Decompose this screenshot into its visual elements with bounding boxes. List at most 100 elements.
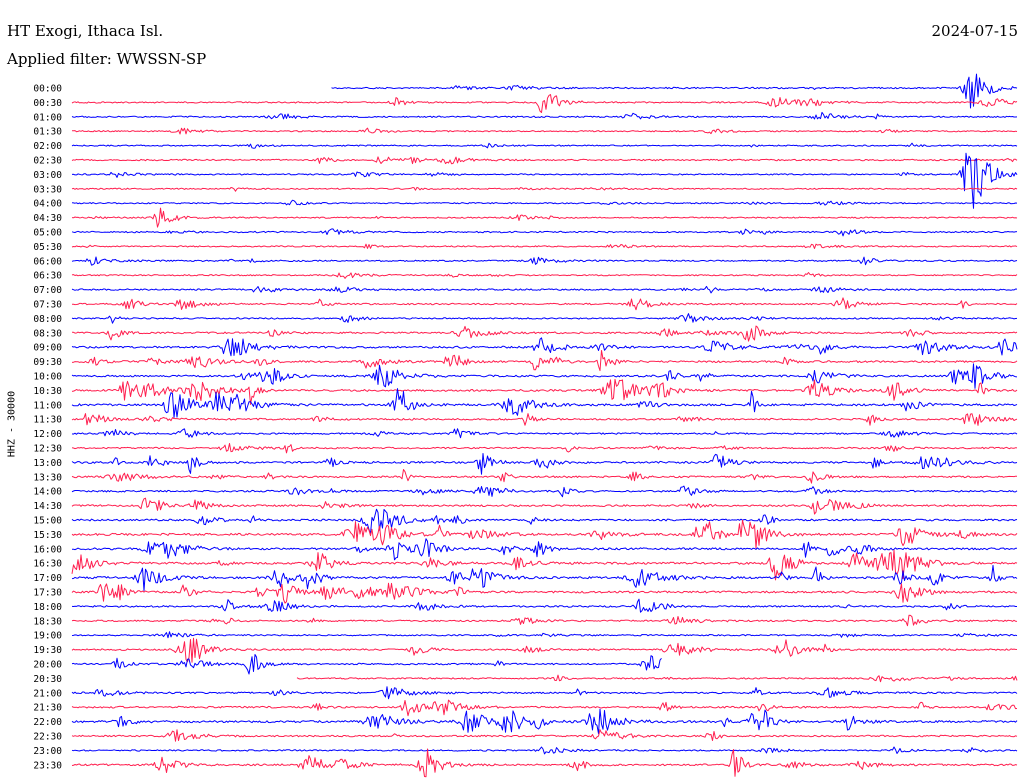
trace-row bbox=[71, 631, 1018, 639]
time-label: 14:00 bbox=[33, 487, 62, 498]
trace-row bbox=[72, 297, 1018, 311]
time-label: 16:30 bbox=[33, 559, 62, 570]
time-label: 00:00 bbox=[33, 84, 62, 95]
trace-row bbox=[71, 186, 1018, 192]
trace-row bbox=[71, 614, 1018, 627]
trace-row bbox=[71, 413, 1018, 426]
trace-row bbox=[71, 325, 1018, 342]
time-label: 20:00 bbox=[33, 660, 62, 671]
trace-row bbox=[71, 564, 1018, 592]
time-label: 18:30 bbox=[33, 616, 62, 627]
trace-row bbox=[71, 699, 1018, 717]
trace-row bbox=[71, 686, 1018, 700]
trace-row bbox=[71, 443, 1018, 454]
time-label: 12:00 bbox=[33, 429, 62, 440]
time-label: 07:30 bbox=[33, 300, 62, 311]
time-label: 15:00 bbox=[33, 516, 62, 527]
time-label: 14:30 bbox=[33, 501, 62, 512]
trace-row bbox=[71, 746, 1018, 755]
channel-axis-label: HHZ - 30000 bbox=[6, 390, 18, 458]
trace-row bbox=[71, 156, 1018, 165]
trace-row bbox=[71, 497, 1018, 515]
time-label: 23:30 bbox=[33, 760, 62, 771]
time-label: 21:00 bbox=[33, 688, 62, 699]
trace-row bbox=[71, 598, 1017, 613]
trace-row bbox=[296, 674, 1018, 683]
trace-row bbox=[71, 243, 1018, 249]
time-label: 07:00 bbox=[33, 285, 62, 296]
time-label: 02:00 bbox=[33, 141, 62, 152]
time-label: 10:00 bbox=[33, 372, 62, 383]
trace-row bbox=[71, 378, 1018, 405]
trace-row bbox=[71, 228, 1018, 237]
time-label: 04:30 bbox=[33, 213, 62, 224]
trace-row bbox=[71, 519, 1018, 549]
date-label: 2024-07-15 bbox=[931, 22, 1018, 40]
trace-row bbox=[71, 637, 1018, 663]
time-label: 20:30 bbox=[33, 674, 62, 685]
trace-row bbox=[71, 313, 1018, 324]
time-label: 18:00 bbox=[33, 602, 62, 613]
trace-group bbox=[71, 73, 1018, 778]
trace-row bbox=[71, 485, 1018, 498]
time-label: 01:30 bbox=[33, 127, 62, 138]
time-label: 05:30 bbox=[33, 242, 62, 253]
trace-row bbox=[71, 350, 1018, 372]
trace-row bbox=[71, 94, 1018, 113]
trace-row bbox=[71, 127, 1018, 135]
time-label: 05:00 bbox=[33, 228, 62, 239]
time-label: 22:00 bbox=[33, 717, 62, 728]
time-label: 09:00 bbox=[33, 343, 62, 354]
trace-row bbox=[71, 654, 662, 675]
trace-row bbox=[72, 538, 1018, 561]
trace-row bbox=[71, 428, 1018, 439]
trace-row bbox=[71, 508, 1018, 535]
time-label: 23:00 bbox=[33, 746, 62, 757]
time-label: 13:30 bbox=[33, 472, 62, 483]
time-label: 21:30 bbox=[33, 703, 62, 714]
time-label: 08:00 bbox=[33, 314, 62, 325]
time-label: 10:30 bbox=[33, 386, 62, 397]
time-label: 09:30 bbox=[33, 357, 62, 368]
time-label: 08:30 bbox=[33, 328, 62, 339]
trace-row bbox=[71, 111, 1018, 120]
time-label: 04:00 bbox=[33, 199, 62, 210]
helicorder-plot: 00:00 00:30 01:00 01:30 02:00 02:30 03:00 03:30… bbox=[33, 73, 1018, 778]
time-label: 11:30 bbox=[33, 415, 62, 426]
trace-row bbox=[71, 708, 1018, 735]
time-label: 00:30 bbox=[33, 98, 62, 109]
trace-row bbox=[71, 549, 1018, 581]
trace-row bbox=[71, 272, 1018, 279]
trace-row bbox=[71, 207, 1018, 228]
time-label: 12:30 bbox=[33, 444, 62, 455]
time-label: 06:00 bbox=[33, 256, 62, 267]
time-label: 17:00 bbox=[33, 573, 62, 584]
trace-row bbox=[71, 199, 1018, 206]
trace-row bbox=[71, 453, 1018, 475]
trace-row bbox=[71, 388, 1018, 418]
time-label: 03:00 bbox=[33, 170, 62, 181]
trace-row bbox=[71, 142, 1018, 149]
time-label: 19:30 bbox=[33, 645, 62, 656]
time-label: 11:00 bbox=[33, 400, 62, 411]
trace-row bbox=[71, 469, 1018, 484]
time-label: 01:00 bbox=[33, 112, 62, 123]
trace-row bbox=[71, 363, 1018, 389]
trace-row bbox=[71, 256, 1018, 266]
trace-row bbox=[71, 729, 1018, 742]
time-label-group: 00:00 00:30 01:00 01:30 02:00 02:30 03:00 03:30… bbox=[33, 84, 62, 772]
time-label: 22:30 bbox=[33, 732, 62, 743]
trace-row bbox=[71, 337, 1018, 357]
time-label: 13:00 bbox=[33, 458, 62, 469]
time-label: 17:30 bbox=[33, 588, 62, 599]
time-label: 16:00 bbox=[33, 544, 62, 555]
trace-row bbox=[71, 582, 1018, 604]
time-label: 03:30 bbox=[33, 184, 62, 195]
time-label: 19:00 bbox=[33, 631, 62, 642]
station-title: HT Exogi, Ithaca Isl. bbox=[7, 22, 164, 40]
time-label: 15:30 bbox=[33, 530, 62, 541]
trace-row bbox=[71, 152, 1018, 209]
time-label: 06:30 bbox=[33, 271, 62, 282]
filter-label: Applied filter: WWSSN-SP bbox=[7, 50, 207, 68]
trace-row bbox=[71, 285, 1018, 294]
